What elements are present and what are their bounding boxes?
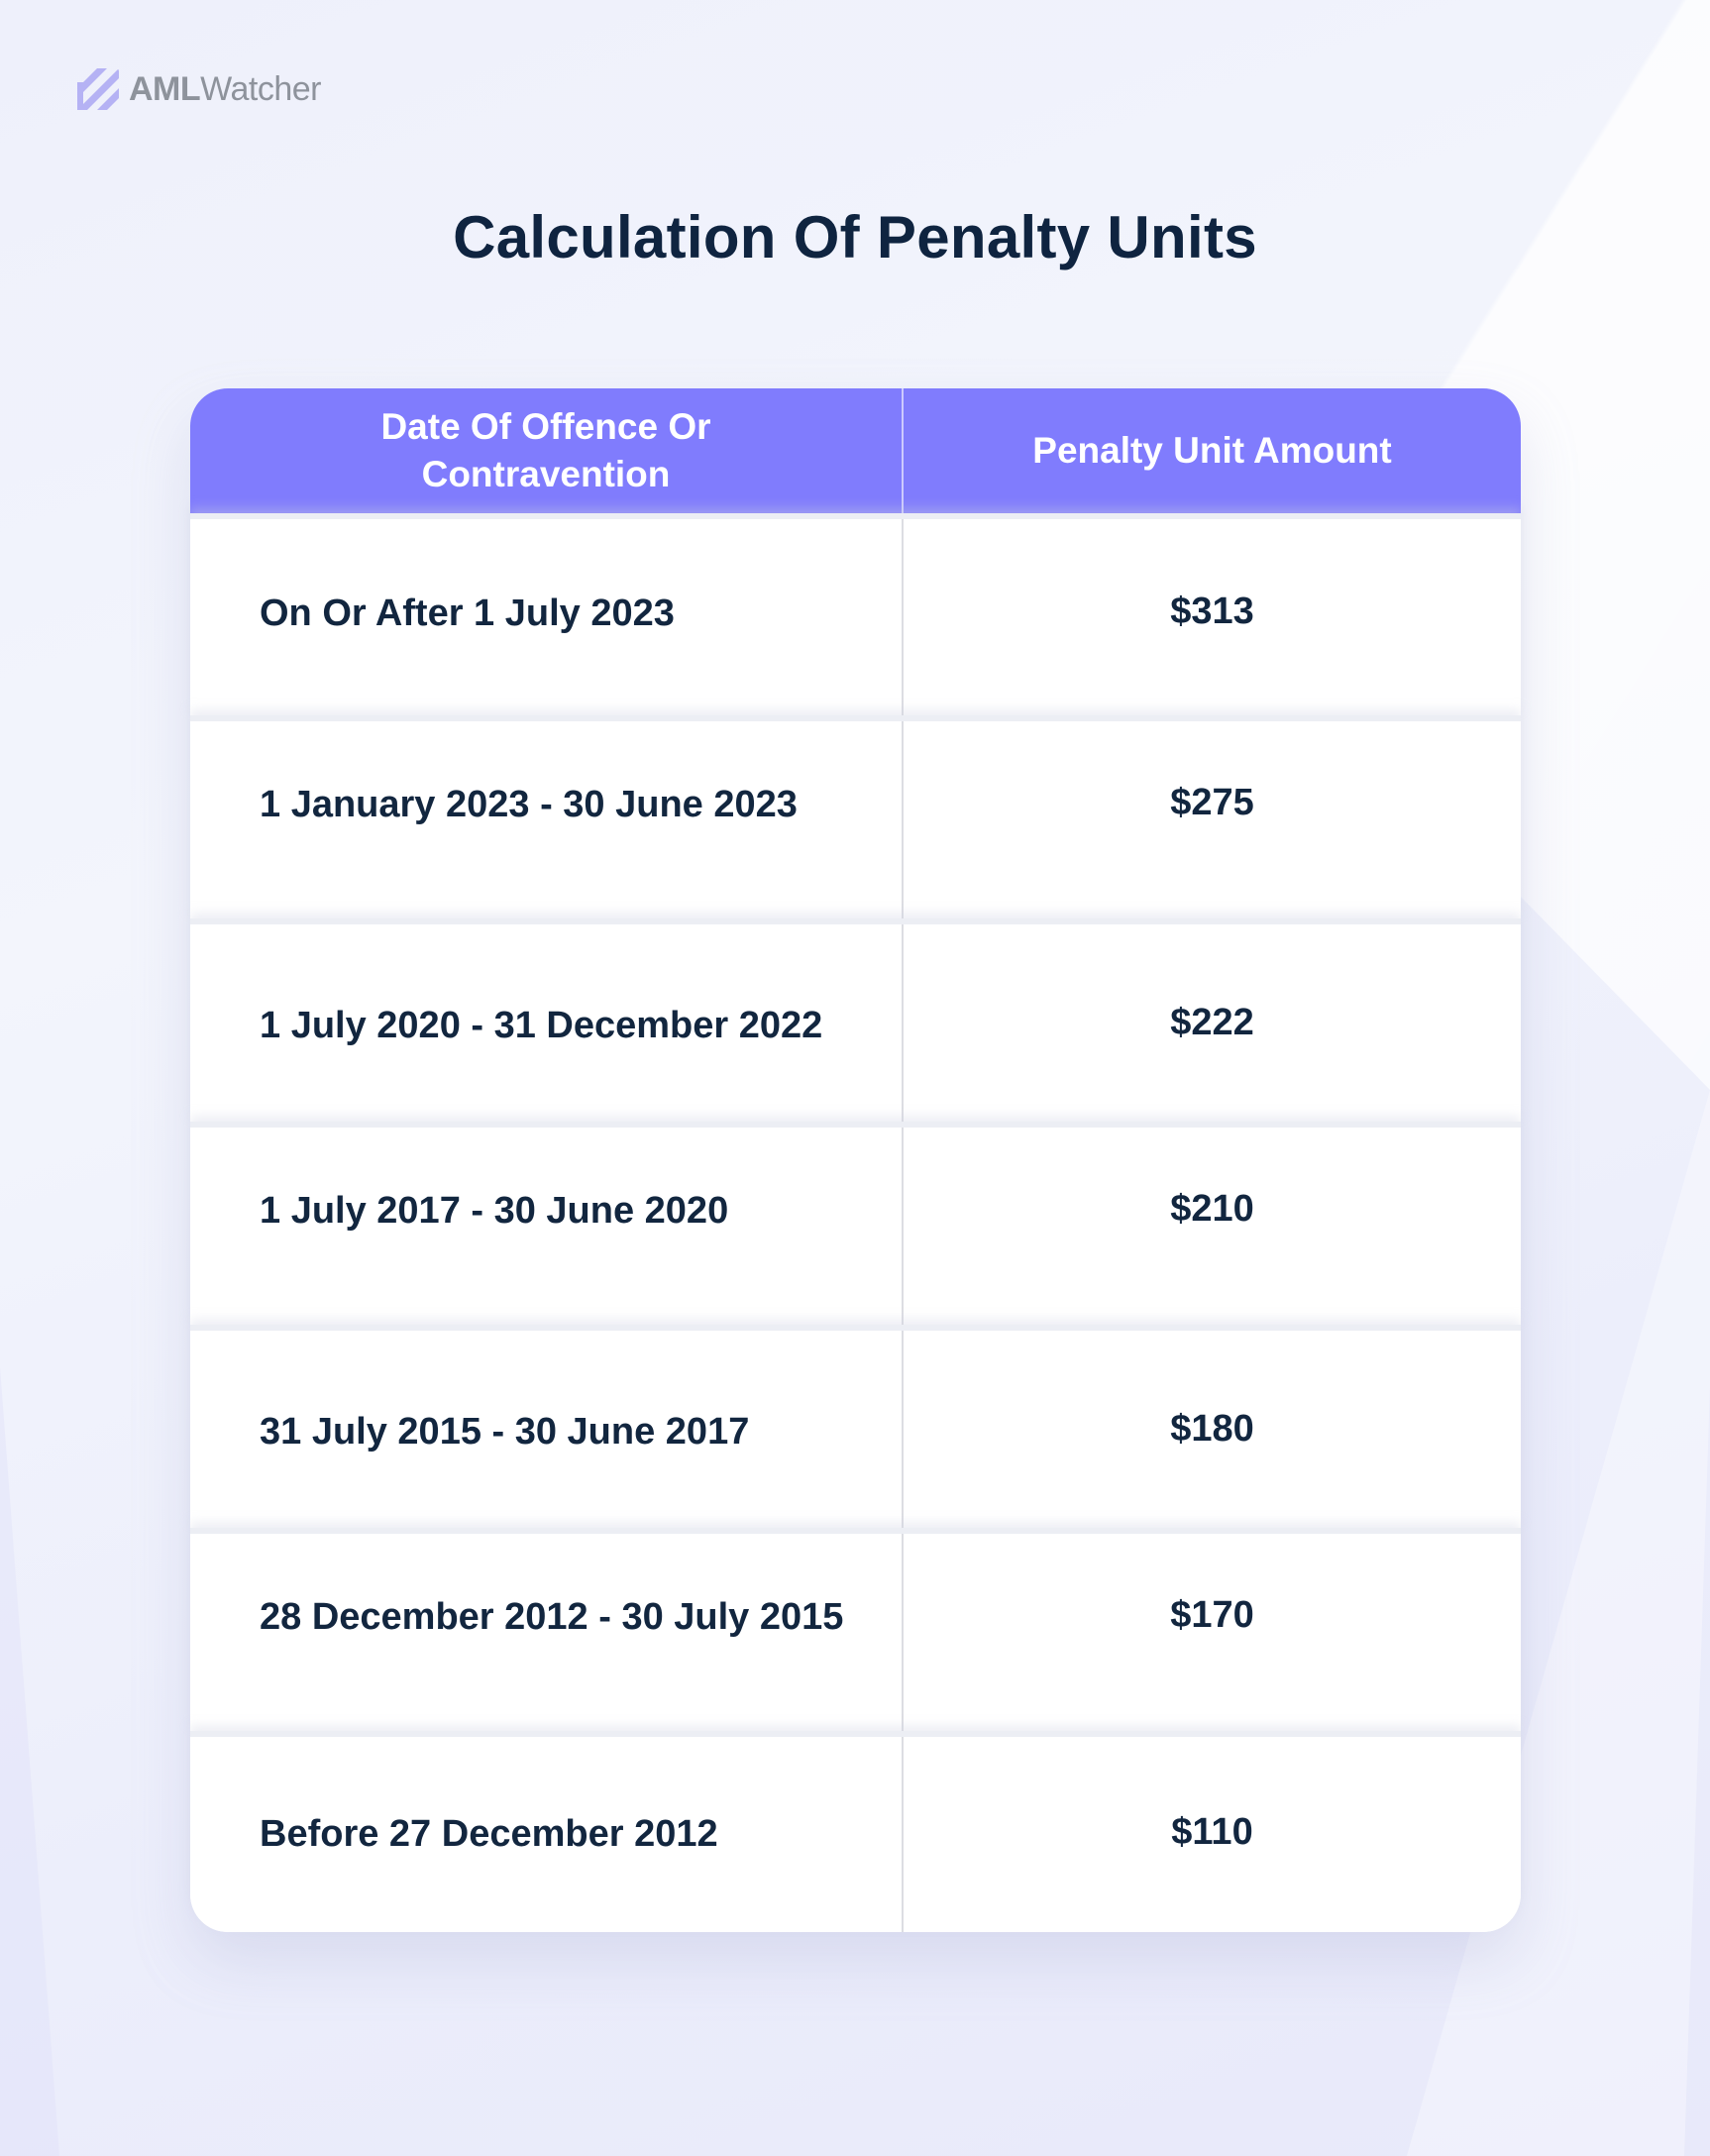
table-row: 31 July 2015 - 30 June 2017 $180 xyxy=(190,1325,1521,1528)
table-row: 1 July 2020 - 31 December 2022 $222 xyxy=(190,918,1521,1122)
striped-square-logo-icon xyxy=(77,68,119,110)
brand-logo: AMLWatcher xyxy=(77,67,321,111)
brand-name-strong: AML xyxy=(129,69,201,108)
row-date: 1 July 2017 - 30 June 2020 xyxy=(190,1128,904,1325)
column-header-date: Date Of Offence Or Contravention xyxy=(190,388,904,513)
row-date: On Or After 1 July 2023 xyxy=(190,519,904,715)
table-row: On Or After 1 July 2023 $313 xyxy=(190,513,1521,715)
row-date: 1 July 2020 - 31 December 2022 xyxy=(190,924,904,1122)
column-header-amount-label: Penalty Unit Amount xyxy=(1032,430,1392,471)
row-date: 31 July 2015 - 30 June 2017 xyxy=(190,1331,904,1528)
penalty-units-table: Date Of Offence Or Contravention Penalty… xyxy=(190,388,1521,1932)
table-row: 1 January 2023 - 30 June 2023 $275 xyxy=(190,715,1521,918)
row-amount: $275 xyxy=(1170,782,1254,823)
brand-name-light: Watcher xyxy=(200,69,321,108)
row-amount: $222 xyxy=(1170,1002,1254,1043)
page-title: Calculation Of Penalty Units xyxy=(453,204,1257,270)
row-amount: $210 xyxy=(1170,1188,1254,1230)
table-row: 1 July 2017 - 30 June 2020 $210 xyxy=(190,1122,1521,1325)
row-amount: $110 xyxy=(1171,1811,1253,1853)
row-amount: $180 xyxy=(1170,1408,1254,1450)
column-header-date-label: Date Of Offence Or Contravention xyxy=(380,406,711,494)
row-amount: $170 xyxy=(1170,1594,1254,1636)
column-header-amount: Penalty Unit Amount xyxy=(904,388,1521,513)
row-amount: $313 xyxy=(1170,590,1254,632)
row-date: 28 December 2012 - 30 July 2015 xyxy=(190,1534,904,1731)
table-row: 28 December 2012 - 30 July 2015 $170 xyxy=(190,1528,1521,1731)
row-date: 1 January 2023 - 30 June 2023 xyxy=(190,721,904,918)
row-date: Before 27 December 2012 xyxy=(190,1737,904,1932)
table-header: Date Of Offence Or Contravention Penalty… xyxy=(190,388,1521,513)
table-row: Before 27 December 2012 $110 xyxy=(190,1731,1521,1932)
brand-name: AMLWatcher xyxy=(129,70,321,109)
